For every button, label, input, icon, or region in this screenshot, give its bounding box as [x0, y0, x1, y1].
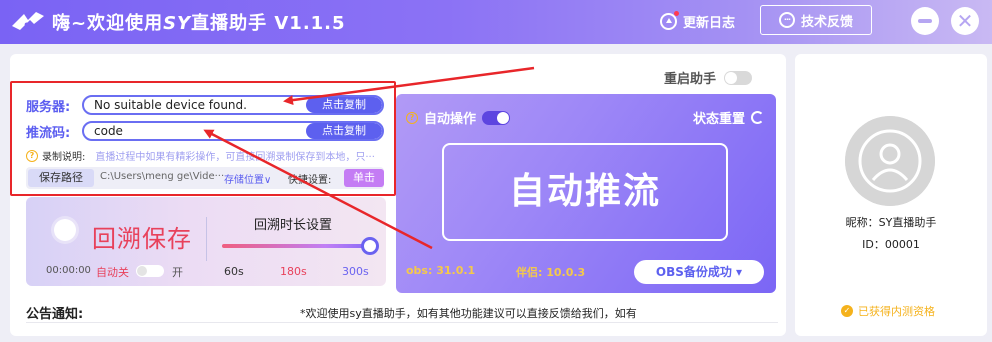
duration-title: 回溯时长设置	[254, 218, 333, 233]
auto-op-toggle[interactable]	[482, 110, 511, 125]
feedback-button[interactable]: ··· 技术反馈	[760, 5, 872, 35]
replay-title: 回溯保存	[92, 225, 192, 253]
restart-toggle[interactable]	[724, 70, 753, 85]
tick-180s[interactable]: 180s	[280, 265, 307, 278]
title-bar: S 嗨~欢迎使用SY直播助手 V1.1.5 更新日志 ··· 技术反馈 ✕	[0, 0, 992, 44]
reset-state-button[interactable]: 状态重置	[693, 108, 764, 127]
notice-divider	[26, 322, 778, 323]
restart-label: 重启助手	[664, 72, 717, 87]
minimize-button[interactable]	[911, 7, 939, 35]
duration-slider-track[interactable]	[222, 244, 370, 248]
divider	[206, 217, 207, 261]
help-icon: ?	[406, 111, 418, 124]
user-id: ID：00001	[862, 238, 920, 251]
app-title: 嗨~欢迎使用SY直播助手 V1.1.5	[52, 9, 346, 35]
auto-panel: ? 自动操作 状态重置 自动推流 obs: 31.0.1 伴侣: 10.0.3 …	[396, 94, 776, 293]
close-button[interactable]: ✕	[951, 7, 979, 35]
changelog-label: 更新日志	[683, 16, 736, 31]
app-title-prefix: 嗨~欢迎使用	[52, 13, 164, 34]
changelog-link[interactable]: 更新日志	[660, 11, 736, 31]
record-button[interactable]	[54, 219, 76, 241]
app-title-brand: SY	[163, 13, 192, 34]
auto-operation: ? 自动操作	[406, 108, 511, 127]
obs-backup-button[interactable]: OBS备份成功 ▾	[634, 260, 764, 284]
beta-badge: ✓ 已获得内测资格	[841, 303, 935, 319]
restart-assistant: 重启助手	[664, 68, 753, 87]
annotation-highlight-box	[10, 81, 396, 196]
auto-push-button[interactable]: 自动推流	[442, 143, 728, 241]
auto-on-label: 开	[172, 266, 183, 279]
notice-label: 公告通知:	[26, 307, 84, 322]
auto-off-label: 自动关	[96, 266, 129, 279]
notice-text: *欢迎使用sy直播助手，如有其他功能建议可以直接反馈给我们，如有	[300, 307, 637, 320]
obs-version: obs: 31.0.1	[406, 264, 476, 277]
tick-60s[interactable]: 60s	[224, 265, 244, 278]
notification-dot	[674, 11, 679, 16]
auto-replay-toggle[interactable]	[136, 265, 164, 277]
feedback-label: 技术反馈	[800, 14, 853, 30]
chat-icon: ···	[778, 12, 795, 28]
badge-label: 已获得内测资格	[858, 305, 935, 318]
upload-icon	[660, 11, 679, 30]
auto-op-label: 自动操作	[424, 112, 477, 127]
app-title-suffix: 直播助手 V1.1.5	[191, 13, 346, 34]
check-icon: ✓	[841, 305, 853, 317]
avatar	[845, 116, 935, 206]
partner-version: 伴侣: 10.0.3	[516, 266, 586, 279]
tick-300s[interactable]: 300s	[342, 265, 369, 278]
profile-panel: 昵称：SY直播助手 ID：00001 ✓ 已获得内测资格	[795, 54, 987, 336]
replay-time: 00:00:00	[46, 265, 91, 276]
nickname: 昵称：SY直播助手	[845, 216, 937, 229]
svg-text:S: S	[24, 22, 30, 32]
reset-label: 状态重置	[692, 112, 745, 127]
refresh-icon	[751, 111, 764, 124]
duration-slider-knob[interactable]	[361, 237, 379, 255]
replay-card: 回溯保存 00:00:00 自动关 开 回溯时长设置 60s 180s 300s	[26, 197, 386, 286]
app-logo-icon: S	[12, 12, 44, 32]
